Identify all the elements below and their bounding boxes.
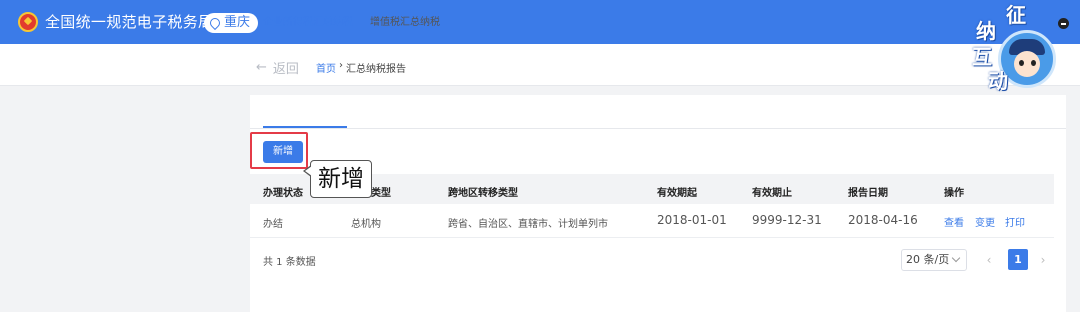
breadcrumb-separator: › <box>339 60 343 71</box>
mascot-eye <box>1019 60 1024 66</box>
page-next-button[interactable]: › <box>1037 253 1049 267</box>
mascot-widget[interactable]: 征 纳 互 动 <box>968 4 1060 102</box>
highlight-box <box>250 132 308 169</box>
page-current[interactable]: 1 <box>1008 249 1028 270</box>
arrow-left-icon: ← <box>256 60 267 75</box>
active-tab-indicator <box>263 126 347 128</box>
back-label: 返回 <box>272 62 299 77</box>
column-header-status: 办理状态 <box>263 188 303 199</box>
cell-org-type: 总机构 <box>351 219 381 230</box>
cell-transfer-type: 跨省、自治区、直辖市、计划单列市 <box>448 219 608 230</box>
change-link[interactable]: 变更 <box>975 214 995 229</box>
tab-corporate-income-tax[interactable]: 企业所得税汇总纳税 <box>263 13 353 28</box>
column-header-report-date: 报告日期 <box>848 188 888 199</box>
region-label: 重庆 <box>224 15 251 30</box>
row-divider <box>250 237 1054 238</box>
breadcrumb-current: 汇总纳税报告 <box>346 64 406 75</box>
column-header-actions: 操作 <box>944 188 964 199</box>
mascot-char: 纳 <box>976 19 996 43</box>
site-title: 全国统一规范电子税务局 <box>45 13 214 31</box>
cell-end-date: 9999-12-31 <box>752 213 822 227</box>
view-link[interactable]: 查看 <box>944 214 964 229</box>
page-prev-button[interactable]: ‹ <box>983 253 995 267</box>
page-size-value: 20 条/页 <box>906 253 950 266</box>
back-button[interactable]: ← 返回 <box>256 58 299 77</box>
cell-start-date: 2018-01-01 <box>657 213 727 227</box>
region-selector[interactable]: 重庆 <box>204 13 259 33</box>
breadcrumb-home[interactable]: 首页 <box>316 60 336 75</box>
mascot-char: 征 <box>1006 3 1026 27</box>
page-size-select[interactable]: 20 条/页 <box>901 249 967 271</box>
callout-label: 新增 <box>303 160 372 198</box>
location-pin-icon <box>207 15 223 31</box>
breadcrumb-bar <box>0 44 1080 86</box>
mascot-char: 互 <box>972 45 992 69</box>
column-header-transfer-type: 跨地区转移类型 <box>448 188 518 199</box>
cell-report-date: 2018-04-16 <box>848 213 918 227</box>
tax-emblem-icon <box>18 12 38 32</box>
print-link[interactable]: 打印 <box>1005 214 1025 229</box>
column-header-start: 有效期起 <box>657 188 697 199</box>
chevron-down-icon <box>951 253 961 263</box>
cell-status: 办结 <box>263 219 283 230</box>
tab-bar <box>250 95 1066 129</box>
column-header-end: 有效期止 <box>752 188 792 199</box>
mascot-char: 动 <box>988 69 1008 93</box>
mascot-eye <box>1031 60 1036 66</box>
breadcrumb: 首页 › 汇总纳税报告 <box>316 60 406 75</box>
tab-vat[interactable]: 增值税汇总纳税 <box>370 13 440 28</box>
total-count: 共 1 条数据 <box>263 257 316 268</box>
mascot-face <box>1014 51 1040 77</box>
